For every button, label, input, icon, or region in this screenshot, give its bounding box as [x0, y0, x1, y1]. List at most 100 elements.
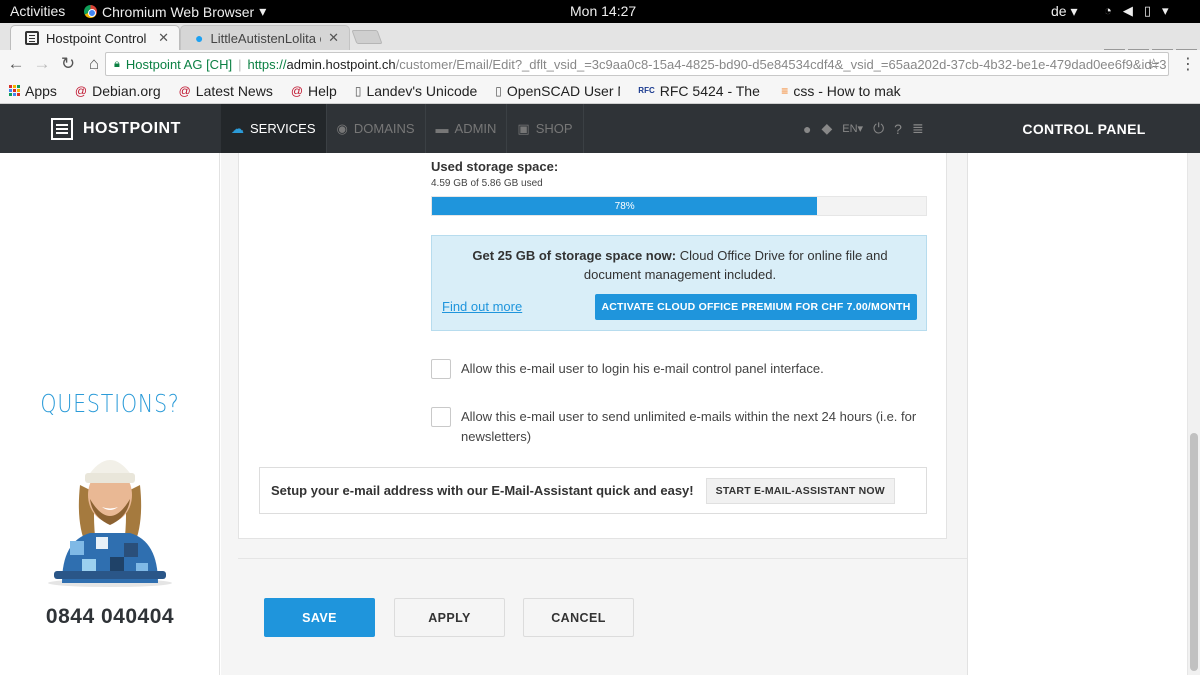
- storage-progress-bar: 78%: [431, 196, 927, 216]
- bookmark-stackoverflow[interactable]: ≡ css - How to mak: [781, 83, 900, 99]
- tab-title: LittleAutistenLolita c: [210, 30, 322, 46]
- bookmark-apps[interactable]: Apps: [9, 83, 57, 99]
- system-tray[interactable]: ◔ ◀ ▯ ▾: [1104, 3, 1169, 19]
- keyboard-language[interactable]: de ▾: [1051, 3, 1078, 20]
- reload-icon[interactable]: ↻: [58, 54, 78, 74]
- help-icon[interactable]: ?: [894, 121, 902, 137]
- main-content: Used storage space: 4.59 GB of 5.86 GB u…: [221, 153, 967, 675]
- storage-used-text: 4.59 GB of 5.86 GB used: [431, 178, 543, 189]
- apps-grid-icon: [9, 85, 20, 96]
- email-assistant-box: Setup your e-mail address with our E-Mai…: [259, 467, 927, 514]
- option-login-control-panel[interactable]: Allow this e-mail user to login his e-ma…: [431, 359, 927, 379]
- clock[interactable]: Mon 14:27: [570, 3, 636, 19]
- bookmarks-bar: Apps @ Debian.org @ Latest News @ Help ▯…: [0, 78, 1200, 104]
- bookmark-latest-news[interactable]: @ Latest News: [179, 83, 273, 99]
- battery-icon: ▯: [1143, 3, 1152, 18]
- url-path: /customer/Email/Edit?_dflt_vsid_=3c9aa0c…: [395, 56, 1167, 72]
- nav-label: SERVICES: [250, 121, 316, 136]
- rfc-icon: RFC: [638, 86, 655, 95]
- bookmark-star-icon[interactable]: ☆: [1147, 55, 1160, 73]
- close-tab-icon[interactable]: ✕: [328, 30, 339, 46]
- chromium-icon: [84, 5, 97, 18]
- nav-domains[interactable]: ◉ DOMAINS: [327, 104, 426, 153]
- save-button[interactable]: SAVE: [264, 598, 375, 637]
- power-icon[interactable]: ⏻: [873, 120, 884, 137]
- support-phone-number[interactable]: 0844 040404: [0, 605, 220, 629]
- nav-label: SHOP: [535, 121, 573, 136]
- promo-headline-bold: Get 25 GB of storage space now:: [472, 248, 677, 263]
- chat-icon[interactable]: ◆: [821, 120, 832, 137]
- os-top-bar: Activities Chromium Web Browser ▾ Mon 14…: [0, 0, 1200, 23]
- shop-icon: ▣: [517, 120, 530, 136]
- option-unlimited-emails[interactable]: Allow this e-mail user to send unlimited…: [431, 407, 927, 447]
- main-nav: ☁ SERVICES ◉ DOMAINS ▬ ADMIN ▣ SHOP: [221, 104, 584, 153]
- user-icon[interactable]: ●: [803, 121, 811, 137]
- form-divider: [238, 558, 967, 559]
- address-bar[interactable]: 🔒︎ Hostpoint AG [CH] | https:// admin.ho…: [105, 52, 1169, 76]
- url-scheme: https://: [247, 56, 287, 72]
- volume-icon: ◀: [1122, 3, 1133, 18]
- brand-name: HOSTPOINT: [83, 120, 181, 137]
- bookmark-label: OpenSCAD User M: [506, 82, 621, 99]
- page-icon: ▯: [354, 83, 362, 98]
- nav-label: ADMIN: [454, 121, 497, 136]
- nav-services[interactable]: ☁ SERVICES: [221, 104, 327, 153]
- tab-hostpoint[interactable]: Hostpoint Control P ✕: [10, 25, 180, 50]
- nav-shop[interactable]: ▣ SHOP: [507, 104, 584, 153]
- nav-admin[interactable]: ▬ ADMIN: [426, 104, 508, 153]
- browser-toolbar: ← → ↻ ⌂ 🔒︎ Hostpoint AG [CH] | https:// …: [0, 50, 1200, 78]
- ev-certificate-name: Hostpoint AG [CH]: [125, 56, 233, 72]
- wifi-icon: ◔: [1104, 3, 1112, 18]
- caret-down-icon: ▾: [259, 3, 267, 19]
- bookmark-landev[interactable]: ▯ Landev's Unicode: [355, 83, 477, 99]
- bookmark-rfc[interactable]: RFC RFC 5424 - The S: [638, 83, 763, 99]
- page-scrollbar[interactable]: [1187, 153, 1200, 675]
- option-label: Allow this e-mail user to send unlimited…: [461, 409, 917, 444]
- apply-button[interactable]: APPLY: [394, 598, 505, 637]
- stackoverflow-icon: ≡: [781, 83, 789, 98]
- control-panel-title: CONTROL PANEL: [1022, 120, 1146, 137]
- page-icon: ▯: [495, 83, 502, 98]
- database-icon[interactable]: ≣: [912, 120, 924, 137]
- language-label: EN: [842, 123, 858, 135]
- unlimited-emails-checkbox[interactable]: [431, 407, 451, 427]
- storage-percent-label: 78%: [614, 200, 635, 212]
- cloud-office-promo: Get 25 GB of storage space now: Cloud Of…: [431, 235, 927, 331]
- globe-icon: ◉: [336, 120, 348, 136]
- bookmark-openscad[interactable]: ▯ OpenSCAD User M: [495, 83, 620, 99]
- back-arrow-icon[interactable]: ←: [6, 54, 26, 74]
- debian-swirl-icon: @: [178, 83, 191, 98]
- close-tab-icon[interactable]: ✕: [158, 30, 169, 46]
- activities-button[interactable]: Activities: [10, 3, 65, 19]
- app-menu-label: Chromium Web Browser: [102, 3, 255, 20]
- bookmark-label: css - How to mak: [793, 82, 901, 99]
- new-tab-button[interactable]: [351, 30, 383, 44]
- option-label: Allow this e-mail user to login his e-ma…: [461, 361, 824, 376]
- storage-progress-fill: 78%: [432, 197, 818, 215]
- forward-arrow-icon[interactable]: →: [32, 54, 52, 74]
- find-out-more-link[interactable]: Find out more: [442, 299, 522, 314]
- bookmark-help[interactable]: @ Help: [291, 83, 337, 99]
- tab-twitter[interactable]: ● LittleAutistenLolita c ✕: [180, 25, 350, 50]
- menu-kebab-icon[interactable]: ⋮: [1180, 54, 1196, 74]
- cancel-button[interactable]: CANCEL: [523, 598, 634, 637]
- assistant-text: Setup your e-mail address with our E-Mai…: [271, 483, 694, 498]
- hostpoint-logo[interactable]: HOSTPOINT: [51, 118, 181, 140]
- tab-title: Hostpoint Control P: [46, 30, 152, 46]
- home-icon[interactable]: ⌂: [84, 54, 104, 74]
- separator: |: [238, 56, 242, 72]
- bookmark-label: Debian.org: [92, 82, 161, 99]
- language-selector[interactable]: EN▾: [842, 122, 863, 135]
- hostpoint-favicon-icon: [25, 31, 39, 45]
- start-email-assistant-button[interactable]: START E-MAIL-ASSISTANT NOW: [705, 477, 895, 504]
- activate-cloud-office-button[interactable]: ACTIVATE CLOUD OFFICE PREMIUM FOR CHF 7.…: [595, 294, 917, 320]
- bookmark-label: Help: [308, 82, 337, 99]
- debian-swirl-icon: @: [74, 83, 88, 98]
- login-control-panel-checkbox[interactable]: [431, 359, 451, 379]
- app-menu[interactable]: Chromium Web Browser ▾: [84, 3, 266, 20]
- hostpoint-logo-icon: [51, 118, 73, 140]
- bookmark-debian[interactable]: @ Debian.org: [75, 83, 161, 99]
- page-body: QUESTIONS? 0844 040404 Used storage spac…: [0, 153, 1187, 675]
- storage-label: Used storage space:: [431, 159, 559, 174]
- scrollbar-thumb[interactable]: [1190, 433, 1198, 671]
